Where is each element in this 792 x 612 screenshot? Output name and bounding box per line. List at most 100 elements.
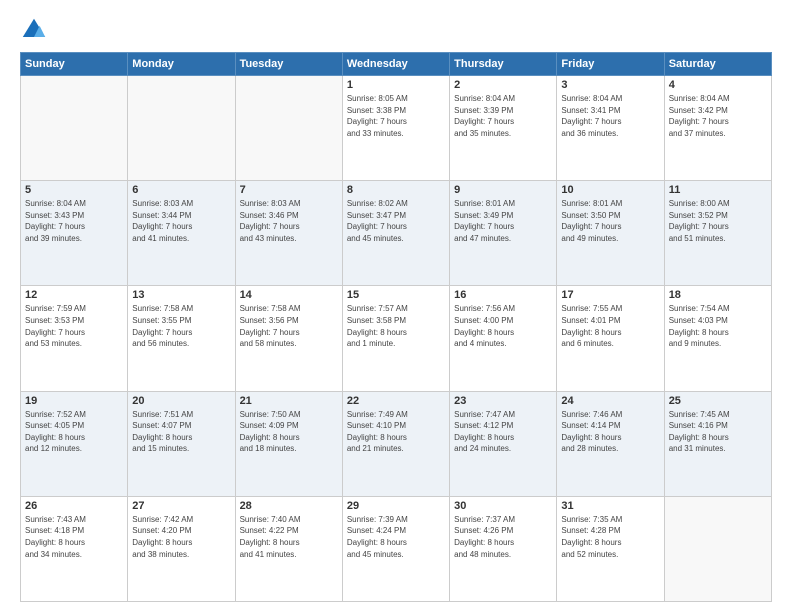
day-info: Sunrise: 7:58 AM Sunset: 3:55 PM Dayligh… — [132, 303, 230, 349]
logo-icon — [20, 16, 48, 44]
day-number: 4 — [669, 79, 767, 91]
week-row-1: 1 Sunrise: 8:05 AM Sunset: 3:38 PM Daylig… — [21, 76, 772, 181]
calendar-table: SundayMondayTuesdayWednesdayThursdayFrid… — [20, 52, 772, 602]
day-number: 6 — [132, 184, 230, 196]
day-info: Sunrise: 8:01 AM Sunset: 3:50 PM Dayligh… — [561, 198, 659, 244]
day-number: 24 — [561, 395, 659, 407]
calendar-cell — [21, 76, 128, 181]
day-info: Sunrise: 7:39 AM Sunset: 4:24 PM Dayligh… — [347, 514, 445, 560]
day-info: Sunrise: 7:47 AM Sunset: 4:12 PM Dayligh… — [454, 409, 552, 455]
week-row-2: 5Sunrise: 8:04 AM Sunset: 3:43 PM Daylig… — [21, 181, 772, 286]
calendar-cell: 20 Sunrise: 7:51 AM Sunset: 4:07 PM Dayli… — [128, 391, 235, 496]
day-number: 31 — [561, 500, 659, 512]
day-info: Sunrise: 7:58 AM Sunset: 3:56 PM Dayligh… — [240, 303, 338, 349]
calendar-cell: 13 Sunrise: 7:58 AM Sunset: 3:55 PM Dayli… — [128, 286, 235, 391]
day-info: Sunrise: 7:51 AM Sunset: 4:07 PM Dayligh… — [132, 409, 230, 455]
day-info: Sunrise: 7:43 AM Sunset: 4:18 PM Dayligh… — [25, 514, 123, 560]
day-number: 3 — [561, 79, 659, 91]
day-number: 14 — [240, 289, 338, 301]
weekday-header-tuesday: Tuesday — [235, 53, 342, 76]
calendar-cell: 3 Sunrise: 8:04 AM Sunset: 3:41 PM Daylig… — [557, 76, 664, 181]
day-info: Sunrise: 7:35 AM Sunset: 4:28 PM Dayligh… — [561, 514, 659, 560]
weekday-header-monday: Monday — [128, 53, 235, 76]
day-info: Sunrise: 8:04 AM Sunset: 3:41 PM Dayligh… — [561, 93, 659, 139]
calendar-cell: 26 Sunrise: 7:43 AM Sunset: 4:18 PM Dayli… — [21, 496, 128, 601]
day-number: 26 — [25, 500, 123, 512]
day-number: 28 — [240, 500, 338, 512]
day-number: 5 — [25, 184, 123, 196]
calendar-cell: 22 Sunrise: 7:49 AM Sunset: 4:10 PM Dayli… — [342, 391, 449, 496]
calendar-cell: 29Sunrise: 7:39 AM Sunset: 4:24 PM Dayli… — [342, 496, 449, 601]
day-info: Sunrise: 7:42 AM Sunset: 4:20 PM Dayligh… — [132, 514, 230, 560]
calendar-cell: 6Sunrise: 8:03 AM Sunset: 3:44 PM Daylig… — [128, 181, 235, 286]
day-info: Sunrise: 7:46 AM Sunset: 4:14 PM Dayligh… — [561, 409, 659, 455]
day-number: 17 — [561, 289, 659, 301]
week-row-4: 19 Sunrise: 7:52 AM Sunset: 4:05 PM Dayli… — [21, 391, 772, 496]
day-info: Sunrise: 7:57 AM Sunset: 3:58 PM Dayligh… — [347, 303, 445, 349]
calendar-cell: 24 Sunrise: 7:46 AM Sunset: 4:14 PM Dayli… — [557, 391, 664, 496]
day-info: Sunrise: 7:37 AM Sunset: 4:26 PM Dayligh… — [454, 514, 552, 560]
day-info: Sunrise: 7:49 AM Sunset: 4:10 PM Dayligh… — [347, 409, 445, 455]
day-info: Sunrise: 7:59 AM Sunset: 3:53 PM Dayligh… — [25, 303, 123, 349]
calendar-cell: 31 Sunrise: 7:35 AM Sunset: 4:28 PM Dayli… — [557, 496, 664, 601]
week-row-5: 26 Sunrise: 7:43 AM Sunset: 4:18 PM Dayli… — [21, 496, 772, 601]
day-info: Sunrise: 8:04 AM Sunset: 3:39 PM Dayligh… — [454, 93, 552, 139]
day-number: 25 — [669, 395, 767, 407]
day-number: 19 — [25, 395, 123, 407]
calendar-cell: 14 Sunrise: 7:58 AM Sunset: 3:56 PM Dayli… — [235, 286, 342, 391]
day-number: 9 — [454, 184, 552, 196]
day-number: 11 — [669, 184, 767, 196]
day-number: 2 — [454, 79, 552, 91]
day-number: 10 — [561, 184, 659, 196]
calendar-cell: 21Sunrise: 7:50 AM Sunset: 4:09 PM Dayli… — [235, 391, 342, 496]
day-number: 1 — [347, 79, 445, 91]
day-info: Sunrise: 8:05 AM Sunset: 3:38 PM Dayligh… — [347, 93, 445, 139]
week-row-3: 12 Sunrise: 7:59 AM Sunset: 3:53 PM Dayli… — [21, 286, 772, 391]
calendar-cell: 19 Sunrise: 7:52 AM Sunset: 4:05 PM Dayli… — [21, 391, 128, 496]
weekday-header-wednesday: Wednesday — [342, 53, 449, 76]
day-number: 7 — [240, 184, 338, 196]
day-number: 27 — [132, 500, 230, 512]
calendar-cell: 10 Sunrise: 8:01 AM Sunset: 3:50 PM Dayli… — [557, 181, 664, 286]
day-info: Sunrise: 8:00 AM Sunset: 3:52 PM Dayligh… — [669, 198, 767, 244]
calendar-cell: 8Sunrise: 8:02 AM Sunset: 3:47 PM Daylig… — [342, 181, 449, 286]
day-number: 20 — [132, 395, 230, 407]
calendar-cell: 15Sunrise: 7:57 AM Sunset: 3:58 PM Dayli… — [342, 286, 449, 391]
calendar-cell: 11 Sunrise: 8:00 AM Sunset: 3:52 PM Dayli… — [664, 181, 771, 286]
day-number: 23 — [454, 395, 552, 407]
day-number: 16 — [454, 289, 552, 301]
calendar-cell: 2 Sunrise: 8:04 AM Sunset: 3:39 PM Daylig… — [450, 76, 557, 181]
weekday-header-row: SundayMondayTuesdayWednesdayThursdayFrid… — [21, 53, 772, 76]
calendar-cell: 27 Sunrise: 7:42 AM Sunset: 4:20 PM Dayli… — [128, 496, 235, 601]
calendar-cell: 16 Sunrise: 7:56 AM Sunset: 4:00 PM Dayli… — [450, 286, 557, 391]
weekday-header-thursday: Thursday — [450, 53, 557, 76]
day-number: 22 — [347, 395, 445, 407]
logo — [20, 16, 54, 44]
day-info: Sunrise: 8:02 AM Sunset: 3:47 PM Dayligh… — [347, 198, 445, 244]
day-info: Sunrise: 7:56 AM Sunset: 4:00 PM Dayligh… — [454, 303, 552, 349]
calendar-cell — [235, 76, 342, 181]
day-info: Sunrise: 7:45 AM Sunset: 4:16 PM Dayligh… — [669, 409, 767, 455]
page: SundayMondayTuesdayWednesdayThursdayFrid… — [0, 0, 792, 612]
calendar-cell: 9 Sunrise: 8:01 AM Sunset: 3:49 PM Daylig… — [450, 181, 557, 286]
day-number: 30 — [454, 500, 552, 512]
day-info: Sunrise: 7:52 AM Sunset: 4:05 PM Dayligh… — [25, 409, 123, 455]
day-number: 13 — [132, 289, 230, 301]
day-info: Sunrise: 8:04 AM Sunset: 3:42 PM Dayligh… — [669, 93, 767, 139]
calendar-cell: 4 Sunrise: 8:04 AM Sunset: 3:42 PM Daylig… — [664, 76, 771, 181]
day-number: 12 — [25, 289, 123, 301]
weekday-header-friday: Friday — [557, 53, 664, 76]
weekday-header-sunday: Sunday — [21, 53, 128, 76]
calendar-cell: 28 Sunrise: 7:40 AM Sunset: 4:22 PM Dayli… — [235, 496, 342, 601]
day-info: Sunrise: 7:40 AM Sunset: 4:22 PM Dayligh… — [240, 514, 338, 560]
day-number: 21 — [240, 395, 338, 407]
calendar-cell: 30 Sunrise: 7:37 AM Sunset: 4:26 PM Dayli… — [450, 496, 557, 601]
weekday-header-saturday: Saturday — [664, 53, 771, 76]
day-info: Sunrise: 8:03 AM Sunset: 3:46 PM Dayligh… — [240, 198, 338, 244]
day-info: Sunrise: 8:01 AM Sunset: 3:49 PM Dayligh… — [454, 198, 552, 244]
calendar-cell: 25 Sunrise: 7:45 AM Sunset: 4:16 PM Dayli… — [664, 391, 771, 496]
calendar-cell: 17Sunrise: 7:55 AM Sunset: 4:01 PM Dayli… — [557, 286, 664, 391]
calendar-cell: 12 Sunrise: 7:59 AM Sunset: 3:53 PM Dayli… — [21, 286, 128, 391]
calendar-cell: 23 Sunrise: 7:47 AM Sunset: 4:12 PM Dayli… — [450, 391, 557, 496]
calendar-cell: 18Sunrise: 7:54 AM Sunset: 4:03 PM Dayli… — [664, 286, 771, 391]
